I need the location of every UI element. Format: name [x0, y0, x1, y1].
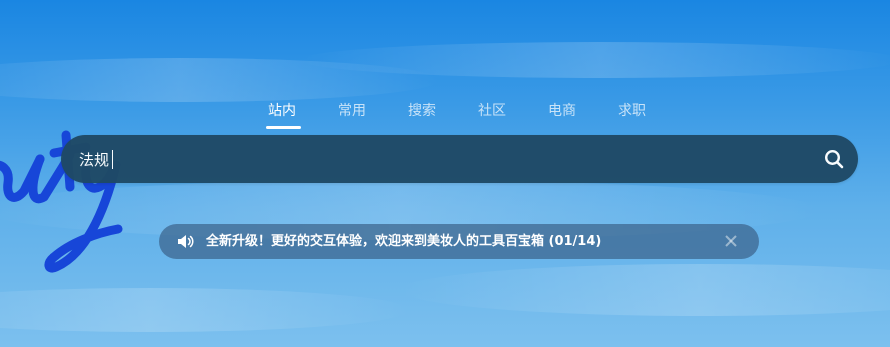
search-icon[interactable]: [824, 149, 844, 169]
search-bar: [61, 135, 858, 183]
tab-community[interactable]: 社区: [478, 100, 506, 122]
speaker-icon: [178, 235, 194, 248]
search-input[interactable]: [79, 135, 799, 183]
announcement-bar: 全新升级！更好的交互体验，欢迎来到美妆人的工具百宝箱 (01/14): [159, 224, 759, 259]
tab-jobs[interactable]: 求职: [618, 100, 646, 122]
search-category-tabs: 站内 常用 搜索 社区 电商 求职: [0, 100, 890, 134]
close-icon[interactable]: [724, 234, 738, 248]
tab-site[interactable]: 站内: [268, 100, 296, 122]
active-tab-indicator: [266, 126, 301, 129]
text-caret: [112, 150, 113, 169]
tab-ecommerce[interactable]: 电商: [548, 100, 576, 122]
announcement-text: 全新升级！更好的交互体验，欢迎来到美妆人的工具百宝箱 (01/14): [206, 234, 602, 249]
tab-common[interactable]: 常用: [338, 100, 366, 122]
tab-search[interactable]: 搜索: [408, 100, 436, 122]
